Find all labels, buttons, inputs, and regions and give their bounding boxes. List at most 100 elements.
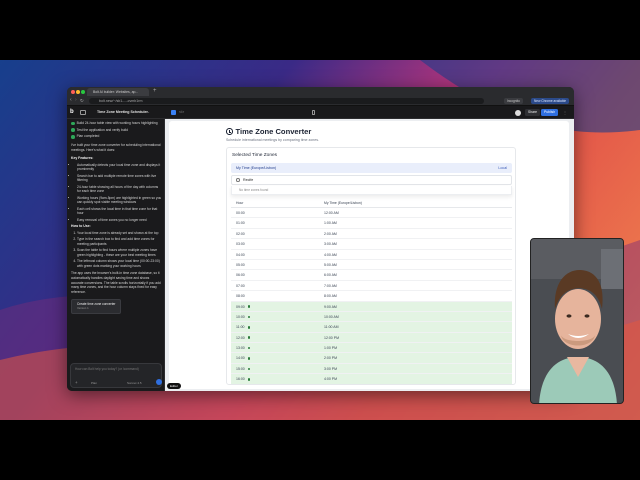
plan-toggle[interactable]: Plan: [91, 381, 97, 385]
version-card[interactable]: Create time zone converter Version 1: [71, 299, 122, 314]
zone-time-cell: 3:00 PM: [324, 366, 338, 371]
app-page: Time Zone Converter Schedule internation…: [169, 121, 569, 389]
checklist-item: Plan completed: [71, 134, 162, 139]
device-icon[interactable]: [312, 110, 315, 115]
hour-cell: 05:00: [236, 260, 245, 270]
plus-icon[interactable]: +: [75, 380, 78, 385]
github-icon[interactable]: [515, 109, 521, 116]
working-hour-dot-icon: [247, 315, 251, 319]
table-row: 12:00 12:00 PM: [231, 332, 512, 344]
reload-icon[interactable]: ↻: [80, 98, 84, 104]
hour-cell: 01:00: [236, 218, 245, 228]
working-hour-dot-icon: [247, 326, 251, 329]
check-circle-icon: [71, 121, 75, 126]
local-zone-chip: My Time (Europe/Lisbon) Local: [231, 163, 512, 173]
table-row: 13:00 1:00 PM: [231, 343, 512, 354]
hour-cell: 08:00: [236, 291, 245, 301]
table-row: 16:00 4:00 PM: [231, 374, 512, 384]
tab-strip: Bolt AI builder: Websites, ap... +: [67, 87, 574, 96]
hour-cell: 09:00: [236, 302, 251, 312]
hour-value: 11:00: [236, 325, 245, 330]
check-circle-icon: [71, 128, 75, 132]
hour-cell: 06:00: [236, 270, 245, 280]
zone-time-cell: 4:00 AM: [324, 252, 337, 257]
table-header: Hour My Time (Europe/Lisbon): [231, 199, 512, 208]
send-button[interactable]: [156, 379, 162, 385]
sidebar-toggle-icon[interactable]: [80, 110, 86, 115]
hour-cell: 12:00: [236, 333, 251, 343]
hour-cell: 00:00: [236, 208, 245, 218]
table-row: 03:00 3:00 AM: [231, 239, 512, 250]
hour-value: 15:00: [236, 366, 245, 371]
hour-cell: 15:00: [236, 364, 251, 374]
zone-time-cell: 2:00 PM: [324, 356, 338, 361]
address-bar-row: ‹ › ↻ bolt.new/~/sb1-...-cvmb1rm Incogni…: [67, 96, 574, 106]
table-row: 00:00 12:00 AM: [231, 208, 512, 219]
hour-column-header: Hour: [236, 201, 244, 205]
url-field[interactable]: bolt.new/~/sb1-...-cvmb1rm: [89, 98, 484, 104]
chevron-down-icon[interactable]: ⌄: [147, 106, 150, 119]
zone-search-input[interactable]: Recife: [231, 175, 512, 185]
publish-button[interactable]: Publish: [541, 109, 559, 116]
table-row: 09:00 9:00 AM: [231, 301, 512, 312]
hour-value: 13:00: [236, 346, 245, 351]
hour-value: 16:00: [236, 377, 245, 382]
working-hour-dot-icon: [247, 336, 251, 340]
zoom-window-button[interactable]: [81, 90, 85, 94]
zone-time-cell: 12:00 AM: [324, 211, 339, 215]
model-selector[interactable]: Sonnet 4.5: [127, 381, 142, 385]
checklist-item: Test the application and verify build: [71, 128, 162, 133]
table-row: 01:00 1:00 AM: [231, 218, 512, 229]
browser-window: Bolt AI builder: Websites, ap... + ‹ › ↻…: [67, 87, 574, 391]
chat-input-box[interactable]: How can Bolt help you today? (or /comman…: [70, 363, 162, 388]
preview-pane: Time Zone Converter Schedule internation…: [165, 119, 574, 391]
bolt-logo-icon: b: [70, 109, 74, 115]
new-chrome-available-button[interactable]: New Chrome available: [531, 98, 570, 104]
more-menu-icon[interactable]: ⋮: [563, 106, 567, 119]
chat-intro: I've built your time zone converter for …: [71, 143, 161, 153]
editor-toggle[interactable]: Editor: [167, 383, 181, 389]
hour-value: 03:00: [236, 242, 245, 247]
hour-value: 01:00: [236, 221, 245, 226]
project-title[interactable]: Time Zone Meeting Scheduler: [97, 106, 148, 119]
zone-time-cell: 12:00 PM: [324, 335, 339, 340]
features-heading: Key Features:: [71, 156, 94, 161]
forward-icon[interactable]: ›: [75, 97, 77, 103]
hour-cell: 04:00: [236, 250, 245, 260]
letterbox-top: [0, 0, 640, 60]
table-row: 05:00 5:00 AM: [231, 260, 512, 271]
zone-time-cell: 10:00 AM: [324, 314, 339, 319]
webcam-overlay: [530, 238, 624, 404]
table-row: 08:00 8:00 AM: [231, 291, 512, 302]
no-results-message: No time zones found: [231, 186, 512, 195]
hour-value: 08:00: [236, 294, 245, 299]
minimize-window-button[interactable]: [76, 90, 80, 94]
clock-icon: [226, 128, 233, 135]
zone-time-cell: 1:00 PM: [324, 346, 338, 351]
incognito-badge[interactable]: Incognito: [504, 98, 523, 104]
browser-tab[interactable]: Bolt AI builder: Websites, ap...: [87, 88, 149, 96]
letterbox-bottom: [0, 420, 640, 480]
howto-heading: How to Use:: [71, 224, 91, 229]
local-zone-label: My Time (Europe/Lisbon): [236, 166, 277, 170]
presenter-figure: [531, 239, 623, 403]
table-row: 15:00 3:00 PM: [231, 363, 512, 375]
code-mode-icon[interactable]: </>: [179, 106, 184, 119]
hour-value: 10:00: [236, 314, 245, 319]
list-item: Your local time zone is already set and …: [77, 231, 162, 236]
new-tab-icon[interactable]: +: [153, 87, 157, 96]
zone-time-cell: 3:00 AM: [324, 242, 337, 247]
list-item: Search bar to add multiple remote time z…: [77, 174, 162, 184]
table-row: 07:00 7:00 AM: [231, 281, 512, 292]
list-item: Automatically detects your local time zo…: [77, 163, 162, 173]
preview-mode-icon[interactable]: [171, 110, 176, 115]
working-hour-dot-icon: [247, 346, 251, 350]
selected-zones-heading: Selected Time Zones: [232, 153, 278, 158]
close-window-button[interactable]: [71, 90, 75, 94]
hour-cell: 07:00: [236, 281, 245, 291]
list-item: Scan the table to find hours where multi…: [77, 248, 162, 258]
back-icon[interactable]: ‹: [70, 97, 72, 103]
list-item: Easy removal of time zones you no longer…: [77, 218, 162, 223]
hour-table: 00:00 12:00 AM 01:00 1:00 AM 02:00 2:00 AM 03:…: [231, 208, 512, 384]
share-button[interactable]: Share: [525, 109, 541, 116]
